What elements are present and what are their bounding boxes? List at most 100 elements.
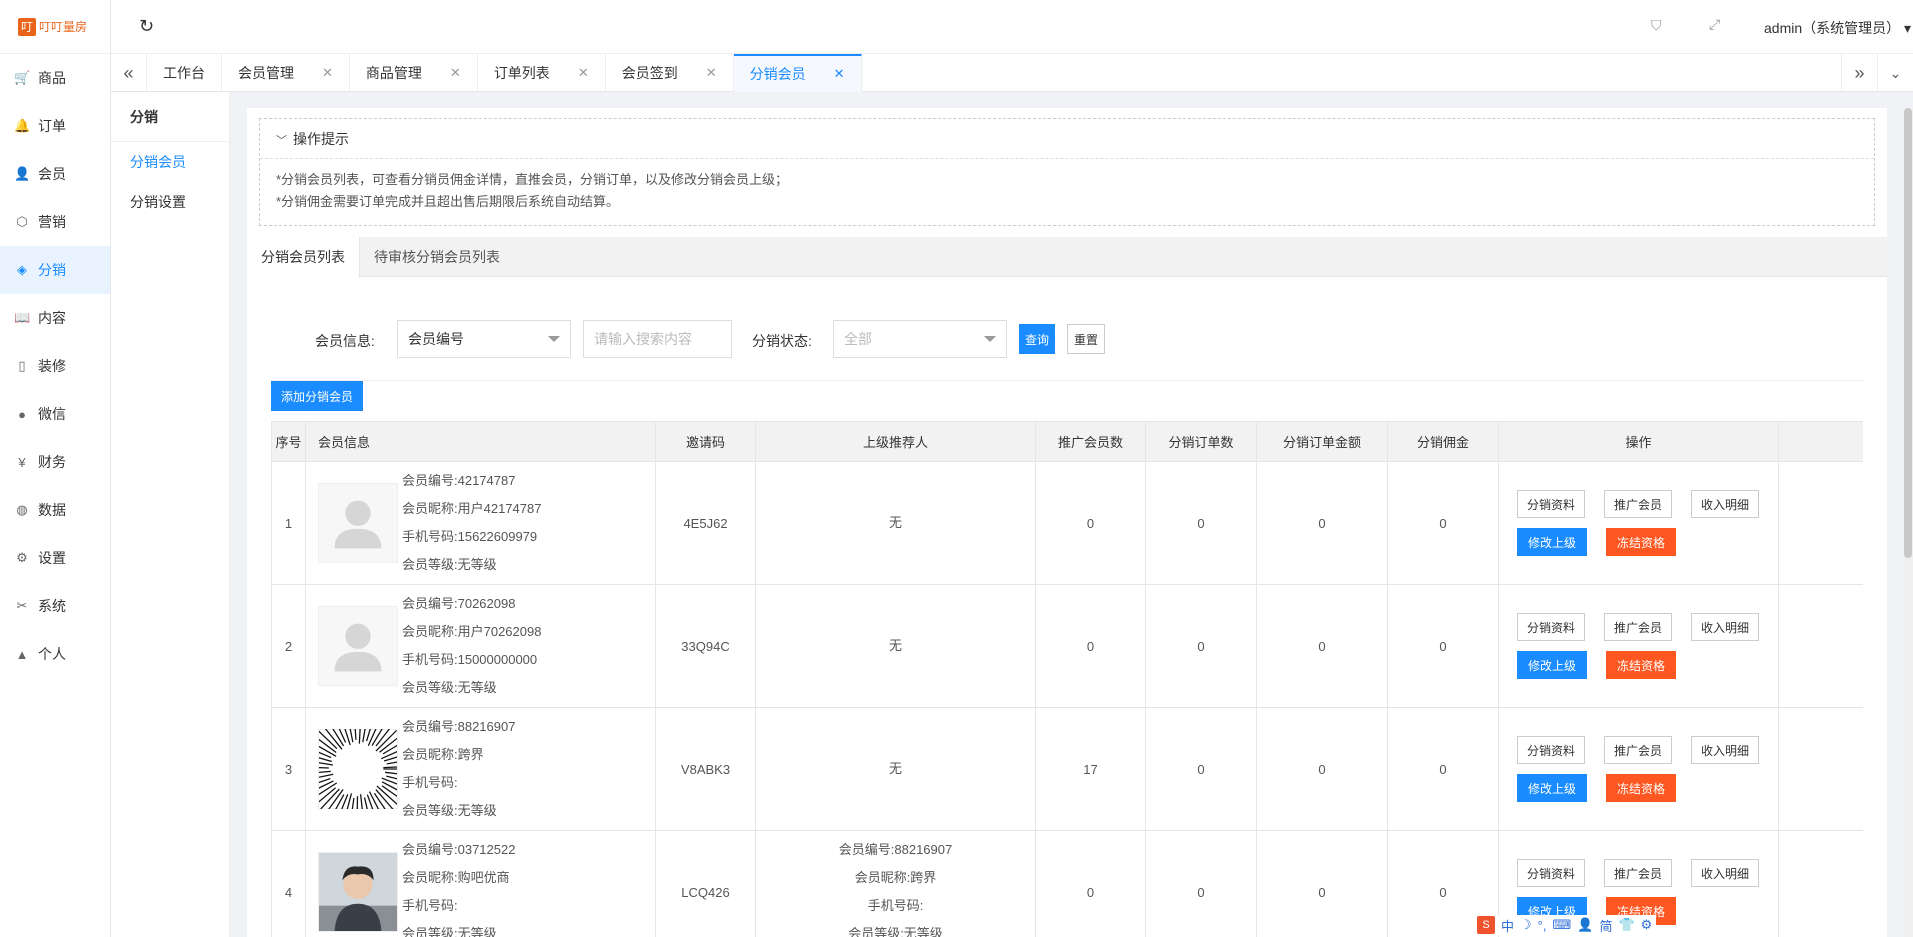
promoted-members-button[interactable]: 推广会员 (1604, 736, 1672, 764)
ime-item-icon[interactable]: 👤 (1577, 917, 1593, 933)
freeze-button[interactable]: 冻结资格 (1606, 651, 1676, 679)
sub-nav-item-0[interactable]: 分销会员 (111, 142, 229, 182)
member-info-line: 会员编号:03712522 (402, 842, 516, 857)
sub-nav-item-1[interactable]: 分销设置 (111, 182, 229, 222)
tab-4[interactable]: 会员签到 ✕ (606, 54, 734, 92)
ime-item-icon[interactable]: ⚙ (1641, 917, 1653, 933)
change-upline-button[interactable]: 修改上级 (1517, 528, 1587, 556)
col-orders: 分销订单数 (1145, 421, 1257, 462)
order-count: 0 (1145, 830, 1257, 937)
nav-item-label: 装修 (38, 358, 66, 374)
tab-5[interactable]: 分销会员 ✕ (733, 54, 862, 92)
user-menu[interactable]: admin（系统管理员） ▾ (1764, 18, 1911, 38)
tab-strip: « 工作台 会员管理 ✕ 商品管理 ✕ 订单列表 ✕ 会员签到 ✕ 分销会员 ✕ » ⌄ (111, 54, 1913, 92)
refresh-icon[interactable]: ↻ (139, 16, 154, 37)
income-detail-button[interactable]: 收入明细 (1691, 490, 1759, 518)
tab-0[interactable]: 工作台 (147, 54, 222, 92)
promoted-members-button[interactable]: 推广会员 (1604, 613, 1672, 641)
nav-item-2[interactable]: 👤 会员 (0, 150, 110, 198)
status-label: 分销状态: (752, 333, 812, 349)
query-button[interactable]: 查询 (1019, 324, 1055, 354)
search-input[interactable] (583, 320, 732, 358)
nav-item-7[interactable]: ● 微信 (0, 390, 110, 438)
income-detail-button[interactable]: 收入明细 (1691, 859, 1759, 887)
freeze-button[interactable]: 冻结资格 (1606, 528, 1676, 556)
chevron-down-icon: ﹀ (276, 135, 287, 147)
tabs-prev-icon[interactable]: « (111, 54, 147, 92)
tag-icon[interactable]: ⛉ (1651, 17, 1662, 34)
nav-item-11[interactable]: ✂ 系统 (0, 582, 110, 630)
page-scrollbar[interactable] (1903, 108, 1913, 937)
nav-item-4[interactable]: ◈ 分销 (0, 246, 110, 294)
hint-line-2: *分销佣金需要订单完成并且超出售后期限后系统自动结算。 (276, 194, 620, 209)
close-icon[interactable]: ✕ (578, 65, 589, 81)
promoted-count: 17 (1035, 707, 1146, 831)
status-select[interactable]: 全部 (833, 320, 1007, 358)
nav-item-0[interactable]: 🛒 商品 (0, 54, 110, 102)
nav-item-10[interactable]: ⚙ 设置 (0, 534, 110, 582)
nav-item-6[interactable]: ▯ 装修 (0, 342, 110, 390)
promoted-members-button[interactable]: 推广会员 (1604, 859, 1672, 887)
promoted-members-button[interactable]: 推广会员 (1604, 490, 1672, 518)
ime-item-icon[interactable]: 中 (1501, 916, 1514, 935)
close-icon[interactable]: ✕ (322, 65, 333, 81)
upline-line: 会员昵称:跨界 (854, 870, 937, 885)
cube-icon: ⬡ (16, 214, 28, 229)
tabs-menu-icon[interactable]: ⌄ (1877, 54, 1913, 92)
top-bar: ↻ ⛉ ⤢ admin（系统管理员） ▾ (111, 0, 1913, 54)
change-upline-button[interactable]: 修改上级 (1517, 774, 1587, 802)
upline-cell: 会员编号:88216907 会员昵称:跨界 手机号码: 会员等级:无等级 (755, 830, 1036, 937)
tab-1[interactable]: 会员管理 ✕ (222, 54, 350, 92)
avatar (318, 606, 398, 686)
member-field-select[interactable]: 会员编号 (397, 320, 571, 358)
nav-item-9[interactable]: ◍ 数据 (0, 486, 110, 534)
add-distributor-button[interactable]: 添加分销会员 (271, 381, 363, 411)
scrollbar-thumb[interactable] (1904, 108, 1912, 558)
member-info-line: 会员昵称:用户70262098 (402, 624, 542, 639)
profile-button[interactable]: 分销资料 (1517, 490, 1585, 518)
member-info-line: 会员等级:无等级 (402, 926, 497, 937)
nav-item-5[interactable]: 📖 内容 (0, 294, 110, 342)
ime-logo-icon[interactable]: S (1477, 916, 1495, 934)
user-name: admin（系统管理员） (1764, 20, 1901, 36)
ime-item-icon[interactable]: 简 (1599, 916, 1612, 935)
member-info-cell: 会员编号:88216907 会员昵称:跨界 手机号码: 会员等级:无等级 (305, 707, 656, 831)
reset-button[interactable]: 重置 (1067, 324, 1105, 354)
close-icon[interactable]: ✕ (834, 66, 845, 82)
nav-item-12[interactable]: ▲ 个人 (0, 630, 110, 678)
col-member-info: 会员信息 (305, 421, 656, 462)
close-icon[interactable]: ✕ (706, 65, 717, 81)
ime-item-icon[interactable]: ⌨ (1552, 917, 1571, 933)
profile-button[interactable]: 分销资料 (1517, 859, 1585, 887)
tab-2[interactable]: 商品管理 ✕ (350, 54, 478, 92)
tabs-next-icon[interactable]: » (1841, 54, 1877, 92)
nav-item-label: 营销 (38, 214, 66, 230)
nav-item-8[interactable]: ¥ 财务 (0, 438, 110, 486)
hint-toggle[interactable]: ﹀ 操作提示 (260, 119, 1874, 159)
subtab-member-list[interactable]: 分销会员列表 (247, 237, 360, 278)
tab-label: 会员签到 (621, 65, 678, 81)
upline-cell: 无 (755, 707, 1036, 831)
avatar (318, 852, 398, 932)
income-detail-button[interactable]: 收入明细 (1691, 613, 1759, 641)
income-detail-button[interactable]: 收入明细 (1691, 736, 1759, 764)
subtab-pending-list[interactable]: 待审核分销会员列表 (360, 237, 514, 277)
nav-item-label: 微信 (38, 406, 66, 422)
profile-button[interactable]: 分销资料 (1517, 736, 1585, 764)
ime-item-icon[interactable]: °, (1538, 918, 1547, 933)
ime-item-icon[interactable]: ☽ (1520, 917, 1532, 933)
nav-item-label: 分销 (38, 262, 66, 278)
status-value: 全部 (844, 331, 872, 347)
change-upline-button[interactable]: 修改上级 (1517, 651, 1587, 679)
tab-3[interactable]: 订单列表 ✕ (478, 54, 606, 92)
fullscreen-icon[interactable]: ⤢ (1709, 16, 1720, 33)
profile-button[interactable]: 分销资料 (1517, 613, 1585, 641)
close-icon[interactable]: ✕ (450, 65, 461, 81)
logo[interactable]: 叮 叮叮量房 (0, 0, 110, 54)
ime-item-icon[interactable]: 👕 (1618, 917, 1634, 933)
divider (271, 380, 1863, 381)
nav-item-3[interactable]: ⬡ 营销 (0, 198, 110, 246)
freeze-button[interactable]: 冻结资格 (1606, 774, 1676, 802)
nav-item-1[interactable]: 🔔 订单 (0, 102, 110, 150)
actions-row: 分销资料 推广会员 收入明细 (1499, 736, 1778, 764)
